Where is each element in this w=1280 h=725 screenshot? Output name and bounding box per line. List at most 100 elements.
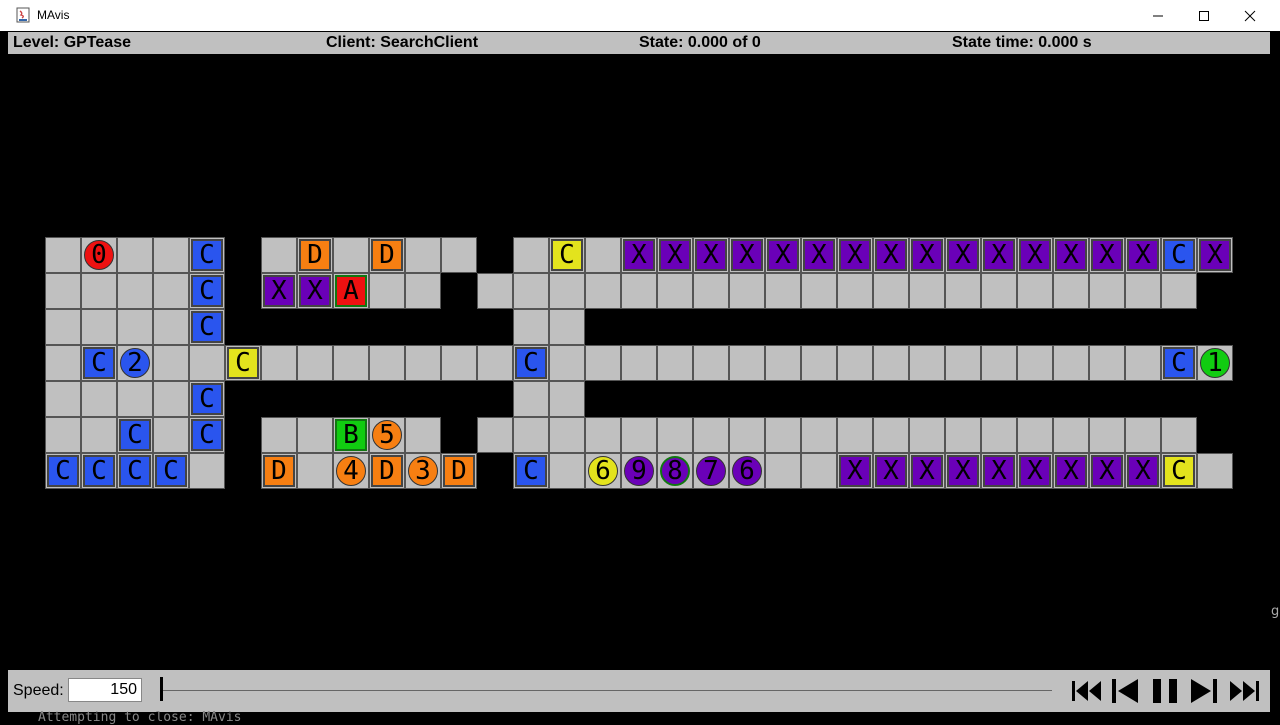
box-a: A: [335, 275, 367, 307]
step-forward-button[interactable]: [1189, 677, 1221, 705]
box-c: C: [119, 419, 151, 451]
floor-cell: [441, 237, 477, 273]
floor-cell: [801, 453, 837, 489]
floor-cell: [477, 273, 513, 309]
floor-cell: [45, 345, 81, 381]
floor-cell: [621, 417, 657, 453]
box-x: X: [1091, 455, 1123, 487]
floor-cell: [153, 237, 189, 273]
floor-cell: [117, 309, 153, 345]
floor-cell: [729, 273, 765, 309]
floor-cell: [369, 273, 405, 309]
skip-to-end-button[interactable]: [1228, 677, 1262, 705]
floor-cell: [1089, 273, 1125, 309]
level-canvas[interactable]: CCCCCCCCCCCCDDXXABDDDCXXXXXXXXXXXXXXXCXC…: [8, 55, 1270, 670]
floor-cell: [333, 345, 369, 381]
floor-cell: [513, 237, 549, 273]
agent-6: 6: [588, 456, 618, 486]
box-d: D: [371, 239, 403, 271]
close-icon: [1244, 10, 1256, 22]
state-time-label: State time: 0.000 s: [952, 34, 1092, 51]
pause-icon: [1153, 679, 1177, 703]
level-label: Level: GPTease: [13, 34, 131, 51]
state-label: State: 0.000 of 0: [639, 34, 761, 51]
floor-cell: [45, 417, 81, 453]
floor-cell: [873, 273, 909, 309]
box-d: D: [371, 455, 403, 487]
floor-cell: [1125, 417, 1161, 453]
floor-cell: [81, 273, 117, 309]
box-x: X: [623, 239, 655, 271]
floor-cell: [405, 237, 441, 273]
box-x: X: [803, 239, 835, 271]
box-x: X: [263, 275, 295, 307]
floor-cell: [765, 417, 801, 453]
box-c: C: [83, 347, 115, 379]
pause-button[interactable]: [1150, 677, 1182, 705]
floor-cell: [45, 381, 81, 417]
floor-cell: [45, 273, 81, 309]
step-back-icon: [1112, 679, 1138, 703]
floor-cell: [405, 273, 441, 309]
floor-cell: [657, 345, 693, 381]
floor-cell: [1161, 273, 1197, 309]
title-bar: MAvis: [0, 0, 1280, 31]
box-b: B: [335, 419, 367, 451]
box-c: C: [191, 419, 223, 451]
floor-cell: [189, 453, 225, 489]
floor-cell: [945, 345, 981, 381]
floor-cell: [837, 417, 873, 453]
floor-cell: [549, 345, 585, 381]
floor-cell: [153, 345, 189, 381]
client-label: Client: SearchClient: [326, 34, 479, 51]
box-x: X: [911, 239, 943, 271]
box-x: X: [1019, 455, 1051, 487]
floor-cell: [1089, 417, 1125, 453]
step-back-button[interactable]: [1110, 677, 1142, 705]
box-x: X: [1055, 239, 1087, 271]
floor-cell: [81, 381, 117, 417]
minimize-button[interactable]: [1134, 0, 1180, 31]
agent-0: 0: [84, 240, 114, 270]
box-x: X: [1019, 239, 1051, 271]
floor-cell: [117, 381, 153, 417]
box-x: X: [1127, 455, 1159, 487]
box-c: C: [227, 347, 259, 379]
skip-back-icon: [1072, 681, 1101, 701]
box-x: X: [947, 239, 979, 271]
agent-9: 9: [624, 456, 654, 486]
floor-cell: [945, 417, 981, 453]
box-c: C: [1163, 347, 1195, 379]
timeline-slider-thumb[interactable]: [160, 677, 163, 701]
skip-to-start-button[interactable]: [1070, 677, 1104, 705]
timeline-slider-track[interactable]: [162, 690, 1052, 691]
box-c: C: [1163, 239, 1195, 271]
floor-cell: [801, 273, 837, 309]
box-x: X: [1055, 455, 1087, 487]
floor-cell: [729, 345, 765, 381]
box-x: X: [299, 275, 331, 307]
floor-cell: [153, 417, 189, 453]
box-c: C: [83, 455, 115, 487]
floor-cell: [513, 309, 549, 345]
floor-cell: [585, 273, 621, 309]
box-x: X: [839, 455, 871, 487]
floor-cell: [981, 345, 1017, 381]
floor-cell: [585, 237, 621, 273]
floor-cell: [621, 345, 657, 381]
agent-1: 1: [1200, 348, 1230, 378]
floor-cell: [405, 345, 441, 381]
floor-cell: [981, 417, 1017, 453]
floor-cell: [585, 417, 621, 453]
floor-cell: [1161, 417, 1197, 453]
box-x: X: [983, 455, 1015, 487]
speed-input[interactable]: [68, 678, 142, 702]
close-button[interactable]: [1226, 0, 1272, 31]
box-x: X: [1091, 239, 1123, 271]
step-forward-icon: [1191, 679, 1217, 703]
box-c: C: [191, 383, 223, 415]
box-c: C: [515, 347, 547, 379]
maximize-button[interactable]: [1180, 0, 1226, 31]
floor-cell: [549, 417, 585, 453]
floor-cell: [909, 345, 945, 381]
